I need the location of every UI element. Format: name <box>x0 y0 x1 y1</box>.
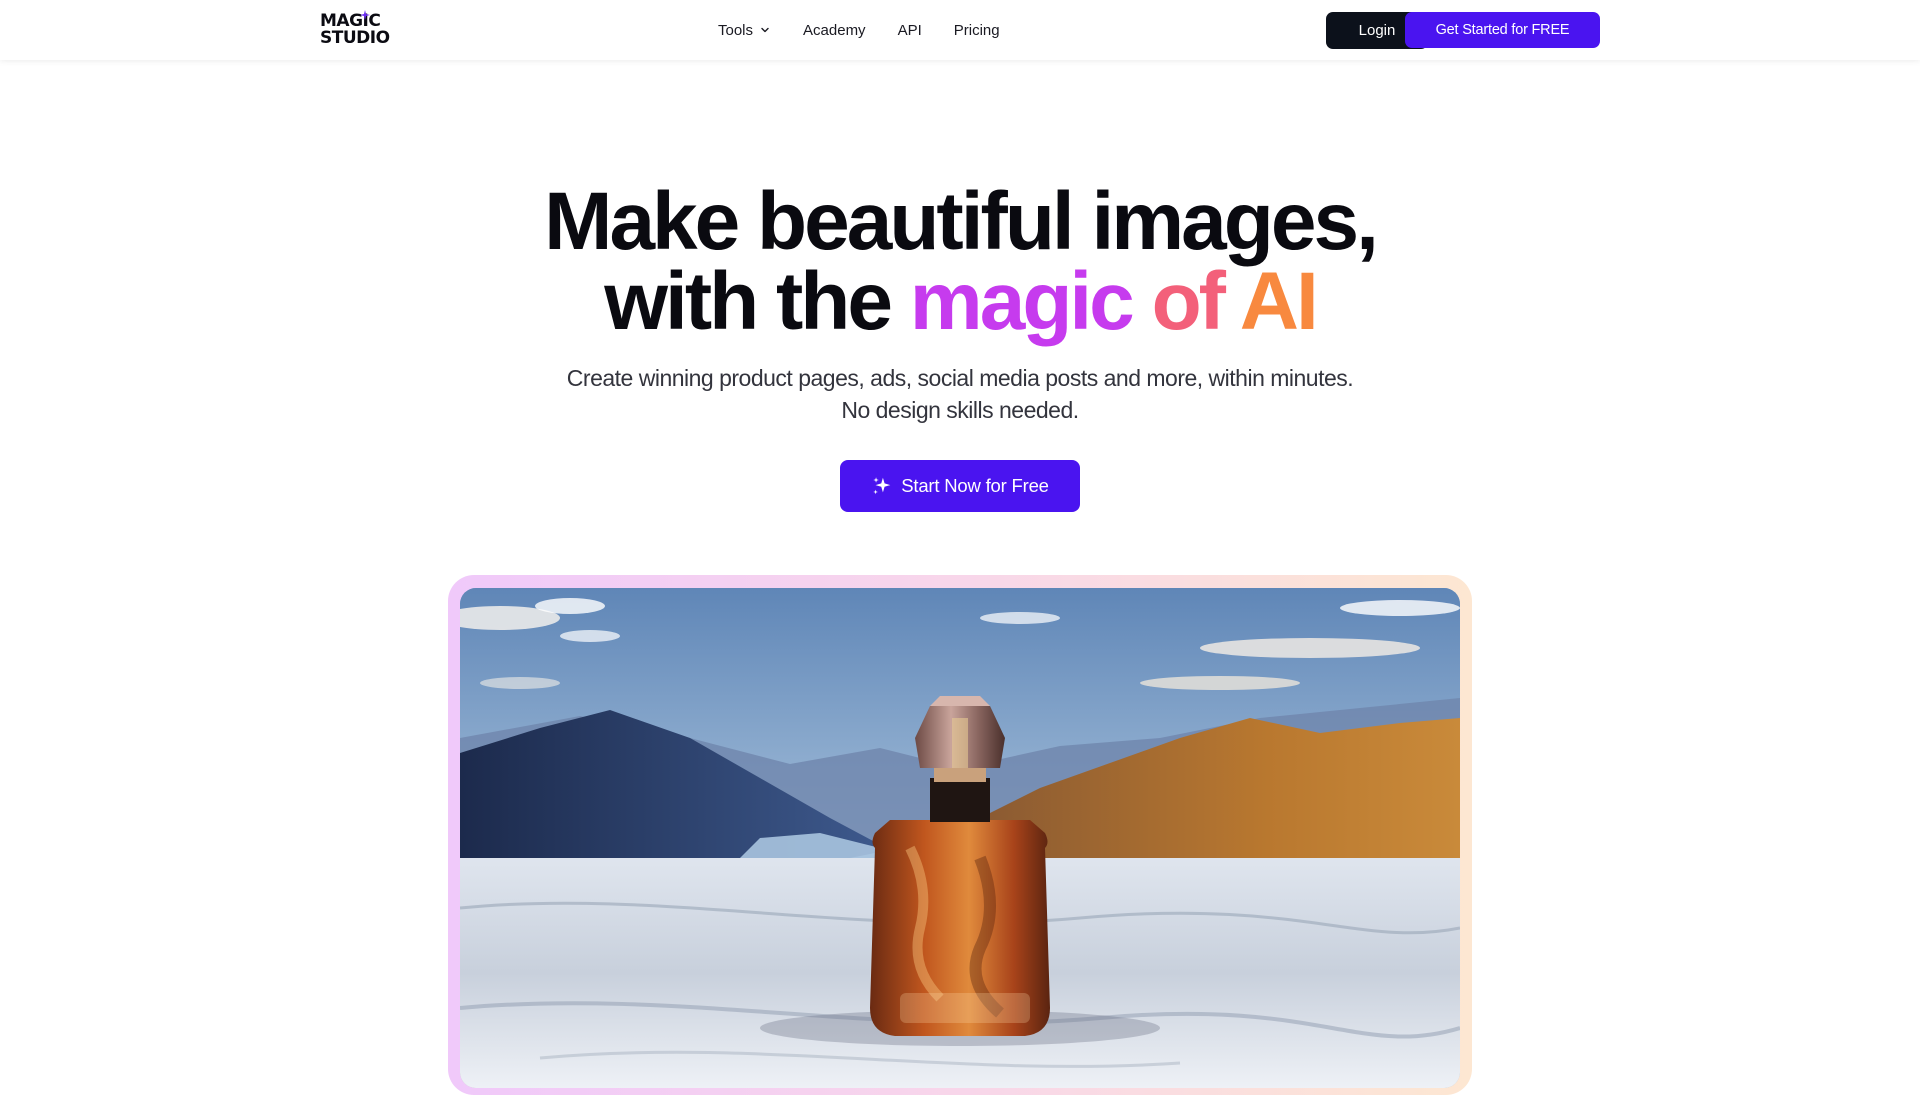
start-now-label: Start Now for Free <box>901 475 1049 496</box>
hero-title-of: of <box>1151 256 1226 347</box>
nav-pricing[interactable]: Pricing <box>954 22 1000 39</box>
main-nav: Tools Academy API Pricing <box>718 0 1000 60</box>
nav-api[interactable]: API <box>898 22 922 39</box>
hero-subtitle: Create winning product pages, ads, socia… <box>0 362 1920 426</box>
hero-title-magic: magic <box>909 256 1135 347</box>
hero-title-prefix: with the <box>604 256 893 347</box>
logo-sparkle-icon <box>360 10 370 20</box>
nav-pricing-label: Pricing <box>953 21 1000 39</box>
nav-tools-label: Tools <box>718 21 754 39</box>
hero-title-ai: AI <box>1239 256 1319 347</box>
hero-subtitle-line-2: No design skills needed. <box>841 397 1079 423</box>
hero-subtitle-line-1: Create winning product pages, ads, socia… <box>566 365 1354 391</box>
nav-api-label: API <box>897 21 922 39</box>
logo-line-2: STUDIO <box>320 28 390 48</box>
hero-title-line-2: with the magic of AI <box>0 261 1920 343</box>
nav-academy[interactable]: Academy <box>803 22 866 39</box>
start-now-button[interactable]: Start Now for Free <box>840 460 1080 512</box>
chevron-down-icon <box>761 27 769 33</box>
magic-studio-logo[interactable]: MAGIC STUDIO <box>320 10 390 49</box>
nav-tools[interactable]: Tools <box>718 22 771 39</box>
top-navigation-bar: MAGIC STUDIO Tools Academy API Pricing L… <box>0 0 1920 60</box>
hero-title-line-1: Make beautiful images, <box>544 176 1379 267</box>
hero-title: Make beautiful images, with the magic of… <box>0 176 1920 343</box>
sparkles-icon <box>873 477 891 495</box>
showcase-image <box>460 588 1460 1088</box>
get-started-button[interactable]: Get Started for FREE <box>1405 12 1600 48</box>
nav-academy-label: Academy <box>803 21 866 39</box>
perfume-scene-illustration <box>460 588 1460 1088</box>
